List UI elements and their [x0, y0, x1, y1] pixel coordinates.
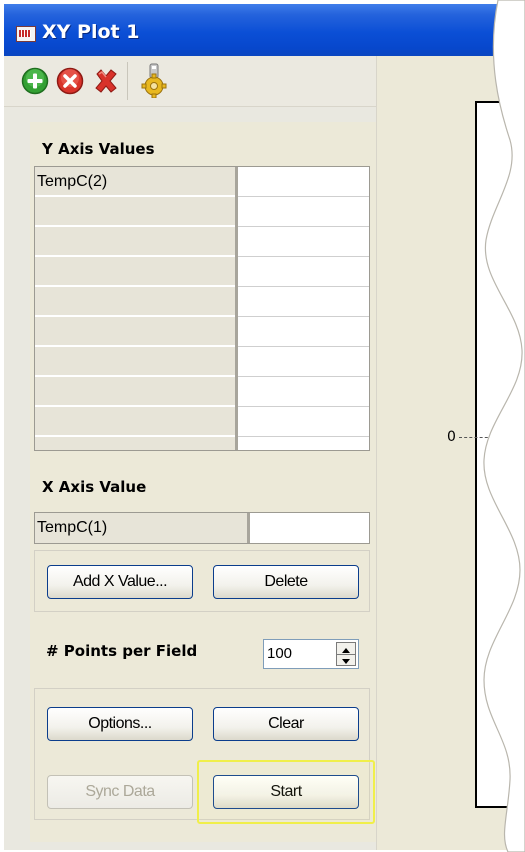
points-per-field-stepper[interactable]: 100 — [263, 639, 359, 669]
y-field-name[interactable] — [35, 317, 235, 346]
spin-buttons[interactable] — [336, 642, 356, 666]
table-row[interactable] — [35, 317, 369, 347]
spin-down-icon[interactable] — [337, 654, 355, 665]
y-field-name[interactable]: TempC(2) — [35, 167, 235, 196]
y-field-value[interactable] — [238, 227, 369, 257]
y-field-value[interactable] — [238, 317, 369, 347]
delete-icon[interactable] — [92, 67, 120, 95]
y-field-value[interactable] — [238, 347, 369, 377]
plot-area: 0 — [376, 56, 525, 850]
table-row[interactable] — [35, 437, 369, 450]
remove-icon[interactable] — [56, 67, 84, 95]
table-row[interactable] — [35, 377, 369, 407]
y-field-value[interactable] — [238, 377, 369, 407]
table-row[interactable] — [35, 227, 369, 257]
settings-icon[interactable] — [137, 62, 171, 99]
settings-panel: Y Axis Values TempC(2) X Axis Value Temp… — [30, 122, 376, 842]
zero-gridline — [459, 437, 525, 438]
clear-button[interactable]: Clear — [213, 707, 359, 741]
table-row[interactable] — [35, 197, 369, 227]
y-axis-label: Y Axis Values — [42, 140, 155, 158]
y-field-value[interactable] — [238, 197, 369, 227]
y-axis-grid: TempC(2) — [34, 166, 370, 451]
options-button[interactable]: Options... — [47, 707, 193, 741]
y-field-name[interactable] — [35, 227, 235, 256]
x-axis-row[interactable]: TempC(1) — [34, 512, 370, 544]
add-icon[interactable] — [21, 67, 49, 95]
y-field-name[interactable] — [35, 257, 235, 286]
y-field-name[interactable] — [35, 377, 235, 406]
delete-button[interactable]: Delete — [213, 565, 359, 599]
x-value-group: Add X Value... Delete — [34, 550, 370, 612]
table-row[interactable] — [35, 347, 369, 377]
points-per-field-value[interactable]: 100 — [267, 640, 292, 668]
x-field-value[interactable] — [250, 513, 369, 543]
sync-data-button: Sync Data — [47, 775, 193, 809]
y-field-value[interactable] — [238, 257, 369, 287]
y-field-value[interactable] — [238, 407, 369, 437]
plot-frame — [475, 101, 525, 808]
add-x-value-button[interactable]: Add X Value... — [47, 565, 193, 599]
table-row[interactable] — [35, 287, 369, 317]
table-row[interactable]: TempC(2) — [35, 167, 369, 197]
start-button[interactable]: Start — [213, 775, 359, 809]
x-field-name[interactable]: TempC(1) — [35, 513, 247, 543]
y-field-name[interactable] — [35, 197, 235, 226]
toolbar — [4, 56, 376, 107]
y-tick-label: 0 — [447, 429, 456, 445]
y-field-value[interactable] — [238, 287, 369, 317]
points-per-field-label: # Points per Field — [46, 642, 198, 660]
table-row[interactable] — [35, 257, 369, 287]
y-field-value[interactable] — [238, 437, 369, 450]
y-field-name[interactable] — [35, 347, 235, 376]
xy-plot-window: XY Plot 1 0 Y Axis Values TempC(2) X Axi… — [4, 4, 525, 850]
y-field-value[interactable] — [238, 167, 369, 197]
y-field-name[interactable] — [35, 437, 235, 450]
table-row[interactable] — [35, 407, 369, 437]
y-field-name[interactable] — [35, 407, 235, 436]
toolbar-separator — [127, 62, 128, 100]
x-axis-label: X Axis Value — [42, 478, 147, 496]
window-title: XY Plot 1 — [42, 21, 140, 43]
control-group: Options... Clear Sync Data Start — [34, 688, 370, 820]
plot-app-icon — [16, 26, 36, 42]
y-field-name[interactable] — [35, 287, 235, 316]
title-bar[interactable]: XY Plot 1 — [4, 4, 525, 56]
